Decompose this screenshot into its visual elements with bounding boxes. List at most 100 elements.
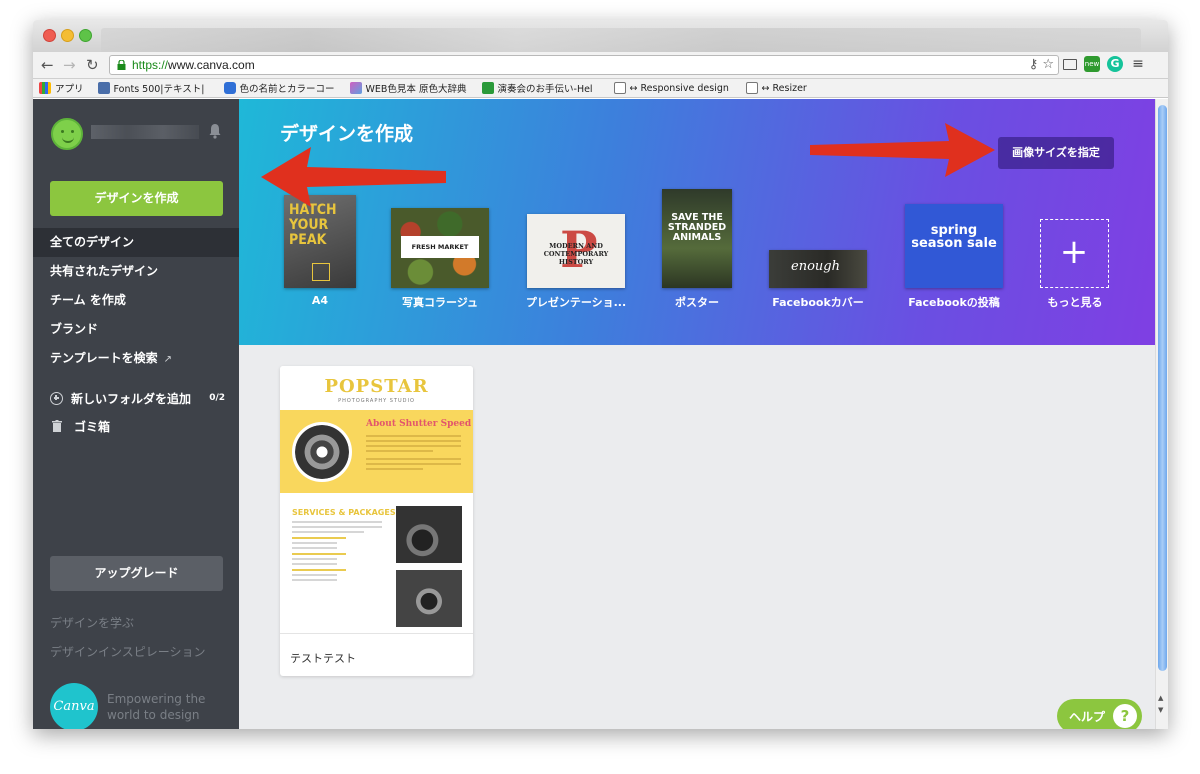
grammarly-icon[interactable]: G	[1107, 56, 1123, 72]
scrollbar[interactable]: ▲ ▼	[1155, 99, 1168, 729]
url-scheme: https://	[132, 58, 169, 72]
page-icon	[745, 82, 758, 94]
scroll-up-icon[interactable]: ▲	[1158, 694, 1163, 702]
bookmark-color-names[interactable]: 色の名前とカラーコー	[223, 81, 336, 95]
url-text: https://www.canva.com	[132, 58, 255, 72]
trash-label: ゴミ箱	[74, 419, 111, 434]
minimize-window-button[interactable]	[61, 29, 74, 42]
bookmark-concert[interactable]: 演奏会のお手伝い-Hel	[481, 81, 600, 95]
bookmark-responsive[interactable]: ↔ Responsive design	[613, 82, 732, 94]
bookmark-resizer[interactable]: ↔ Resizer	[745, 82, 807, 94]
preview-photo-circle	[292, 422, 352, 482]
title-bar	[33, 20, 1168, 52]
browser-toolbar: ← → ↻ https://www.canva.com ⚷ ☆ new G ≡	[33, 52, 1168, 79]
preview-subtitle: PHOTOGRAPHY STUDIO	[338, 398, 415, 404]
address-bar[interactable]: https://www.canva.com ⚷ ☆	[109, 55, 1059, 75]
url-host: www.canva.com	[168, 58, 255, 72]
create-design-button[interactable]: デザインを作成	[50, 181, 223, 216]
template-thumb-facebook-post[interactable]: spring season sale	[905, 204, 1003, 288]
template-thumb-a4[interactable]: HATCH YOUR PEAK	[284, 195, 356, 288]
template-label-a4[interactable]: A4	[312, 294, 328, 307]
trash-link[interactable]: ゴミ箱	[50, 417, 110, 435]
template-label-presentation[interactable]: プレゼンテーショ...	[526, 294, 626, 310]
cast-icon[interactable]	[1063, 58, 1077, 70]
sidebar: デザインを作成 全てのデザイン 共有されたデザイン チーム を作成 ブランド テ…	[33, 99, 251, 729]
template-label-more[interactable]: もっと見る	[1048, 294, 1103, 310]
apps-grid-icon	[39, 82, 51, 94]
template-label-facebook-cover[interactable]: Facebookカバー	[772, 294, 864, 310]
sidebar-item-brand[interactable]: ブランド	[33, 315, 239, 344]
sidebar-item-all-designs[interactable]: 全てのデザイン	[33, 228, 251, 257]
sidebar-item-label: 共有されたデザイン	[50, 264, 159, 278]
reload-button[interactable]: ↻	[86, 56, 99, 74]
bookmark-label: ↔ Resizer	[761, 82, 807, 94]
sidebar-item-label: ブランド	[50, 322, 99, 336]
new-extension-icon[interactable]: new	[1084, 56, 1100, 72]
avatar[interactable]	[51, 118, 83, 150]
template-thumb-presentation[interactable]: P MODERN AND CONTEMPORARY HISTORY	[527, 214, 625, 288]
bookmark-label: 演奏会のお手伝い-Hel	[497, 84, 593, 95]
bookmark-label: ↔ Responsive design	[629, 82, 729, 94]
upgrade-button[interactable]: アップグレード	[50, 556, 223, 591]
template-label-photo-collage[interactable]: 写真コラージュ	[402, 294, 478, 310]
user-name-blurred	[91, 125, 199, 139]
sidebar-item-label: テンプレートを検索	[50, 351, 158, 365]
bookmark-label: アプリ	[55, 84, 84, 95]
bookmark-label: WEB色見本 原色大辞典	[365, 84, 467, 95]
annotation-arrow-left-icon	[261, 147, 446, 207]
favicon-icon	[223, 82, 236, 94]
design-thumbnail[interactable]: POPSTAR PHOTOGRAPHY STUDIO About Shutter…	[280, 366, 473, 634]
sidebar-item-label: チーム を作成	[50, 293, 126, 307]
sidebar-item-search-templates[interactable]: テンプレートを検索 ↗	[33, 344, 239, 373]
bell-icon[interactable]	[208, 123, 222, 139]
canva-logo[interactable]: Canva	[50, 683, 98, 729]
preview-heading: About Shutter Speed	[366, 419, 472, 429]
favicon-icon	[349, 82, 362, 94]
back-button[interactable]: ←	[41, 56, 54, 74]
favicon-icon	[481, 82, 494, 94]
thumb-text: enough	[791, 259, 840, 274]
add-folder-button[interactable]: 新しいフォルダを追加 0/2	[50, 389, 225, 407]
browser-tab[interactable]	[101, 28, 1141, 52]
close-window-button[interactable]	[43, 29, 56, 42]
browser-window: ← → ↻ https://www.canva.com ⚷ ☆ new G ≡ …	[33, 20, 1168, 729]
page-icon	[613, 82, 626, 94]
template-label-poster[interactable]: ポスター	[675, 294, 719, 310]
hero-title: デザインを作成	[280, 123, 414, 145]
bookmark-apps[interactable]: アプリ	[39, 81, 84, 95]
preview-section-heading: SERVICES & PACKAGES	[292, 508, 396, 517]
plus-icon: +	[1059, 232, 1089, 272]
template-thumb-facebook-cover[interactable]: enough	[769, 250, 867, 288]
template-label-facebook-post[interactable]: Facebookの投稿	[908, 294, 1000, 310]
sidebar-item-create-team[interactable]: チーム を作成	[33, 286, 239, 315]
canva-app: デザインを作成 全てのデザイン 共有されたデザイン チーム を作成 ブランド テ…	[33, 99, 1168, 729]
bookmark-web-colors[interactable]: WEB色見本 原色大辞典	[349, 81, 468, 95]
lock-icon	[117, 60, 126, 70]
help-button[interactable]: ヘルプ ?	[1057, 699, 1142, 729]
forward-button[interactable]: →	[63, 56, 76, 74]
custom-dimensions-button[interactable]: 画像サイズを指定	[998, 137, 1114, 169]
template-thumb-poster[interactable]: SAVE THE STRANDED ANIMALS	[662, 189, 732, 288]
scroll-thumb[interactable]	[1158, 105, 1167, 671]
design-title[interactable]: テストテスト	[290, 650, 356, 666]
bookmark-fonts500[interactable]: Fonts 500|テキスト|	[97, 81, 210, 95]
thumb-text: SAVE THE STRANDED ANIMALS	[667, 212, 727, 243]
more-templates-button[interactable]: +	[1040, 219, 1109, 288]
design-inspiration-link[interactable]: デザインインスピレーション	[50, 643, 206, 660]
sidebar-nav: 全てのデザイン 共有されたデザイン チーム を作成 ブランド テンプレートを検索…	[33, 228, 251, 373]
thumb-text: HATCH YOUR PEAK	[289, 202, 337, 248]
design-card[interactable]: POPSTAR PHOTOGRAPHY STUDIO About Shutter…	[280, 366, 473, 676]
template-thumb-photo-collage[interactable]: FRESH MARKET	[391, 208, 489, 288]
scroll-down-icon[interactable]: ▼	[1158, 706, 1163, 714]
learn-design-link[interactable]: デザインを学ぶ	[50, 614, 134, 631]
thumb-text: spring season sale	[911, 223, 997, 251]
sidebar-item-shared-designs[interactable]: 共有されたデザイン	[33, 257, 239, 286]
preview-title: POPSTAR	[324, 376, 429, 397]
tagline: Empowering the world to design	[107, 692, 206, 722]
trash-icon	[52, 420, 62, 432]
bookmark-star-icon[interactable]: ⚷ ☆	[1029, 57, 1054, 72]
menu-icon[interactable]: ≡	[1130, 56, 1146, 72]
external-link-icon: ↗	[163, 354, 173, 365]
preview-band: About Shutter Speed	[280, 410, 473, 493]
maximize-window-button[interactable]	[79, 29, 92, 42]
